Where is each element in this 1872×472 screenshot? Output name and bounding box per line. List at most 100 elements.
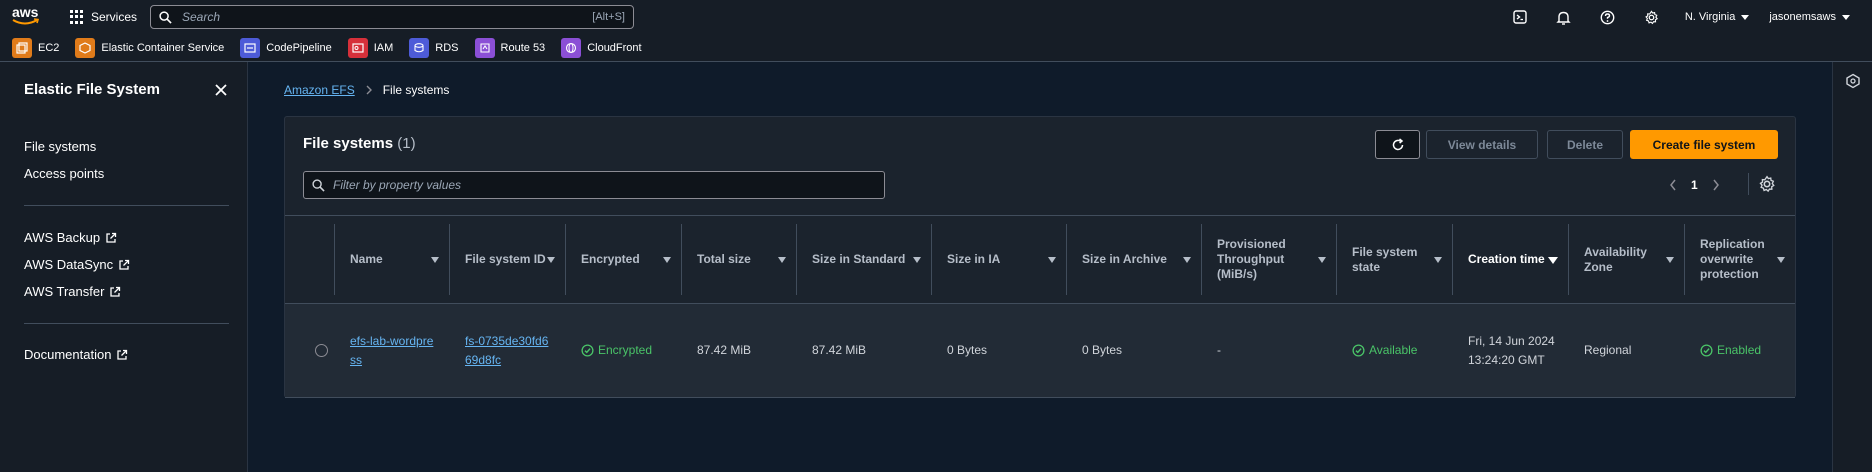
header-replication[interactable]: Replication overwrite protection — [1684, 216, 1795, 304]
panel-title-text: File systems — [303, 135, 394, 152]
global-search[interactable]: [Alt+S] — [150, 5, 634, 29]
cell-size-standard: 87.42 MiB — [812, 343, 867, 357]
chevron-right-icon[interactable] — [1712, 179, 1720, 191]
sidebar-item-aws-backup[interactable]: AWS Backup — [24, 230, 117, 245]
sidebar-item-label: AWS DataSync — [24, 257, 114, 272]
header-label: Creation time — [1468, 252, 1545, 266]
sidebar-item-aws-datasync[interactable]: AWS DataSync — [24, 257, 130, 272]
sidebar-item-file-systems[interactable]: File systems — [24, 139, 96, 154]
cloudfront-icon — [561, 37, 582, 58]
sidebar-item-aws-transfer[interactable]: AWS Transfer — [24, 284, 121, 299]
page-number[interactable]: 1 — [1691, 178, 1698, 192]
favorite-cloudfront[interactable]: CloudFront — [561, 37, 642, 58]
check-circle-icon — [1700, 344, 1713, 357]
route53-icon — [474, 37, 495, 58]
view-details-button[interactable]: View details — [1426, 130, 1538, 159]
sidebar-item-label: Access points — [24, 166, 105, 181]
cell-creation-time: Fri, 14 Jun 2024 13:24:20 GMT — [1468, 333, 1555, 367]
search-icon — [312, 178, 325, 192]
header-encrypted[interactable]: Encrypted — [565, 216, 681, 304]
header-availability-zone[interactable]: Availability Zone — [1568, 216, 1684, 304]
check-circle-icon — [581, 344, 594, 357]
settings-gear-icon[interactable] — [1641, 6, 1663, 28]
cell-throughput: - — [1217, 343, 1221, 357]
file-systems-table: Name File system ID Encrypted Total size… — [285, 215, 1795, 398]
row-radio[interactable] — [315, 344, 328, 357]
sidebar-title: Elastic File System — [24, 81, 160, 98]
header-state[interactable]: File system state — [1336, 216, 1452, 304]
favorite-rds[interactable]: RDS — [409, 37, 459, 58]
row-select-cell — [285, 304, 334, 398]
refresh-icon — [1392, 137, 1403, 150]
chevron-down-icon — [1741, 14, 1750, 20]
file-system-id-link[interactable]: fs-0735de30fd669d8fc — [465, 334, 548, 367]
search-input[interactable] — [182, 10, 593, 24]
search-shortcut: [Alt+S] — [592, 11, 625, 23]
aws-logo[interactable]: aws — [12, 5, 42, 29]
ecs-icon — [75, 37, 96, 58]
sort-icon — [913, 256, 921, 263]
favorite-route53[interactable]: Route 53 — [474, 37, 545, 58]
header-size-ia[interactable]: Size in IA — [931, 216, 1066, 304]
table-row[interactable]: efs-lab-wordpress fs-0735de30fd669d8fc E… — [285, 303, 1795, 398]
cloudshell-icon[interactable] — [1509, 6, 1531, 28]
header-label: Total size — [697, 252, 751, 266]
file-system-name-link[interactable]: efs-lab-wordpress — [350, 334, 433, 367]
favorite-iam[interactable]: IAM — [347, 37, 393, 58]
external-link-icon — [117, 349, 128, 360]
header-size-archive[interactable]: Size in Archive — [1066, 216, 1201, 304]
chevron-left-icon[interactable] — [1669, 179, 1677, 191]
cell-size-archive: 0 Bytes — [1082, 343, 1123, 357]
replication-label: Enabled — [1717, 343, 1762, 357]
header-total-size[interactable]: Total size — [681, 216, 796, 304]
item-count: (1) — [397, 135, 416, 152]
refresh-button[interactable] — [1375, 130, 1420, 159]
sidebar-divider — [24, 205, 229, 206]
favorite-ec2[interactable]: EC2 — [12, 37, 59, 58]
sort-icon — [1183, 256, 1191, 263]
favorite-codepipeline[interactable]: CodePipeline — [240, 37, 332, 58]
header-label: Replication overwrite protection — [1700, 237, 1765, 281]
header-creation-time[interactable]: Creation time — [1452, 216, 1568, 304]
table-settings-gear-icon[interactable] — [1758, 175, 1776, 193]
header-label: Encrypted — [581, 252, 640, 266]
header-size-standard[interactable]: Size in Standard — [796, 216, 931, 304]
close-icon[interactable] — [213, 82, 229, 98]
notifications-bell-icon[interactable] — [1553, 6, 1575, 28]
sidebar-item-documentation[interactable]: Documentation — [24, 347, 128, 362]
file-systems-panel: File systems (1) View details Delete Cre… — [284, 116, 1796, 398]
header-throughput[interactable]: Provisioned Throughput (MiB/s) — [1201, 216, 1336, 304]
help-icon[interactable] — [1597, 6, 1619, 28]
create-file-system-button[interactable]: Create file system — [1630, 130, 1778, 159]
aws-logo-text: aws — [12, 4, 39, 20]
delete-button[interactable]: Delete — [1547, 130, 1623, 159]
favorite-ecs[interactable]: Elastic Container Service — [75, 37, 224, 58]
sort-icon — [1666, 256, 1674, 263]
cell-encrypted: Encrypted — [565, 304, 681, 398]
header-file-system-id[interactable]: File system ID — [449, 216, 565, 304]
chevron-down-icon — [1842, 14, 1850, 20]
sidebar-divider — [24, 323, 229, 324]
account-menu[interactable]: jasonemsaws — [1769, 11, 1850, 23]
breadcrumb-link-amazon-efs[interactable]: Amazon EFS — [284, 83, 355, 97]
sort-descending-icon — [1548, 256, 1558, 264]
sidebar-item-access-points[interactable]: Access points — [24, 166, 104, 181]
sort-icon — [547, 256, 555, 263]
external-link-icon — [119, 259, 130, 270]
sidebar-item-label: File systems — [24, 139, 97, 154]
check-circle-icon — [1352, 344, 1365, 357]
header-name[interactable]: Name — [334, 216, 449, 304]
services-button[interactable]: Services — [70, 7, 137, 27]
header-label: Provisioned Throughput (MiB/s) — [1217, 237, 1286, 281]
info-panel-icon[interactable] — [1845, 73, 1861, 89]
header-label: Name — [350, 252, 383, 266]
account-label: jasonemsaws — [1769, 11, 1836, 23]
page-title: File systems (1) — [303, 135, 416, 152]
header-label: Availability Zone — [1584, 244, 1647, 274]
filter-input[interactable] — [333, 178, 876, 192]
property-filter[interactable] — [303, 171, 885, 199]
sort-icon — [663, 256, 671, 263]
cell-total-size: 87.42 MiB — [697, 343, 752, 357]
region-selector[interactable]: N. Virginia — [1685, 11, 1750, 23]
pagination-divider — [1748, 173, 1749, 195]
